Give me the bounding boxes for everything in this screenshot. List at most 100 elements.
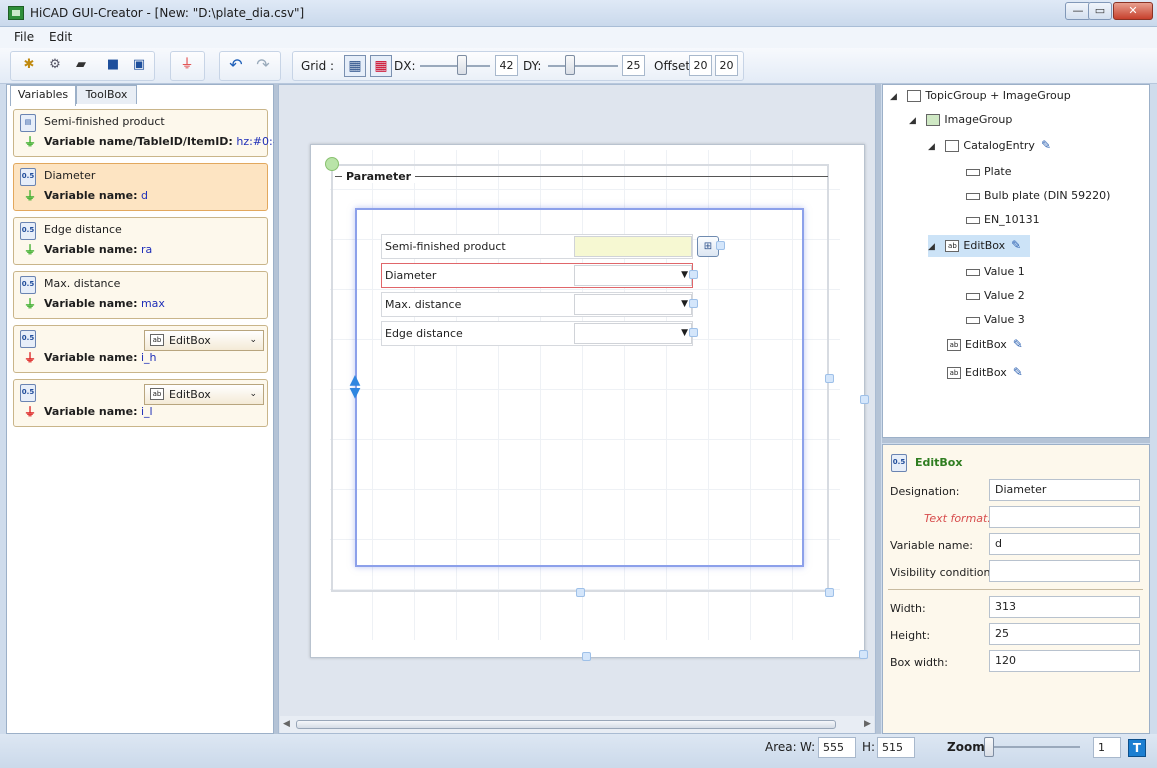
editbox-icon: ab: [945, 240, 960, 252]
decimal-icon: 0.5: [20, 384, 36, 402]
plug-icon[interactable]: ⏚: [178, 56, 196, 74]
right-splitter[interactable]: [876, 84, 881, 734]
control-type-select[interactable]: ab EditBox ⌄: [144, 384, 264, 405]
variable-card[interactable]: 0.5 ab EditBox ⌄ ⏚ Variable name: i_h: [13, 325, 268, 373]
dx-input[interactable]: 42: [495, 55, 518, 76]
tab-variables[interactable]: Variables: [10, 85, 76, 106]
redo-icon[interactable]: ↷: [254, 56, 272, 74]
tree-node[interactable]: Value 3: [966, 313, 1025, 335]
dy-input[interactable]: 25: [622, 55, 645, 76]
pencil-icon[interactable]: ✎: [1013, 365, 1023, 379]
tree-node[interactable]: Value 1: [966, 265, 1025, 287]
dx-slider[interactable]: [457, 55, 467, 75]
decimal-icon: 0.5: [891, 454, 907, 472]
image-group-frame[interactable]: [355, 208, 804, 567]
resize-handle[interactable]: [582, 652, 591, 661]
offset-y-input[interactable]: 20: [715, 55, 738, 76]
scrollbar-thumb[interactable]: [296, 720, 836, 729]
tree-node-selected[interactable]: ◢ ab EditBox ✎: [928, 235, 1030, 257]
undo-icon[interactable]: ↶: [227, 56, 245, 74]
resize-handle[interactable]: [825, 588, 834, 597]
tree-node[interactable]: EN_10131: [966, 213, 1040, 235]
designation-input[interactable]: Diameter: [989, 479, 1140, 501]
variable-card[interactable]: 0.5 Max. distance ⏚ Variable name: max: [13, 271, 268, 319]
tree-node[interactable]: Value 2: [966, 289, 1025, 311]
menu-file[interactable]: File: [14, 30, 34, 44]
area-width-input[interactable]: 555: [818, 737, 856, 758]
item-icon: [966, 192, 980, 200]
snap-grid-icon[interactable]: ▦: [370, 55, 392, 77]
edge-distance-dropdown[interactable]: ▼: [574, 323, 692, 344]
expand-icon[interactable]: ◢: [928, 142, 935, 152]
save-icon[interactable]: ■: [104, 56, 122, 74]
dy-slider-track: [548, 65, 618, 67]
catalog-field[interactable]: [574, 236, 692, 257]
offset-x-input[interactable]: 20: [689, 55, 712, 76]
form-row-max-distance[interactable]: Max. distance ▼: [381, 292, 693, 317]
maximize-button[interactable]: ▭: [1088, 2, 1112, 20]
resize-arrows-icon[interactable]: ▲ ▼: [346, 373, 364, 402]
resize-handle[interactable]: [825, 374, 834, 383]
expand-icon[interactable]: ◢: [928, 242, 935, 252]
visibility-condition-input[interactable]: [989, 560, 1140, 582]
variable-card[interactable]: ▤ Semi-finished product ⏚ Variable name/…: [13, 109, 289, 157]
form-row-semi-finished[interactable]: Semi-finished product: [381, 234, 693, 259]
tree-node[interactable]: Plate: [966, 165, 1012, 187]
zoom-input[interactable]: 1: [1093, 737, 1121, 758]
save-as-icon[interactable]: ▣: [130, 56, 148, 74]
tree-splitter[interactable]: [882, 438, 1150, 443]
box-width-input[interactable]: 120: [989, 650, 1140, 672]
resize-handle[interactable]: [689, 270, 698, 279]
pencil-icon[interactable]: ✎: [1011, 238, 1021, 252]
pencil-icon[interactable]: ✎: [1013, 337, 1023, 351]
anchor-handle[interactable]: [325, 157, 339, 171]
variable-card[interactable]: 0.5 Diameter ⏚ Variable name: d: [13, 163, 268, 211]
new-icon[interactable]: ✱: [20, 56, 38, 74]
tree-node[interactable]: ◢ CatalogEntry ✎: [928, 138, 1051, 160]
resize-handle[interactable]: [689, 328, 698, 337]
resize-handle[interactable]: [689, 299, 698, 308]
resize-handle[interactable]: [859, 650, 868, 659]
expand-icon[interactable]: ◢: [909, 116, 916, 126]
tree-node[interactable]: Bulb plate (DIN 59220): [966, 189, 1110, 211]
decimal-icon: 0.5: [20, 222, 36, 240]
text-format-input[interactable]: [989, 506, 1140, 528]
tree-node[interactable]: ab EditBox ✎: [947, 337, 1023, 359]
form-row-edge-distance[interactable]: Edge distance ▼: [381, 321, 693, 346]
pencil-icon[interactable]: ✎: [1041, 138, 1051, 152]
max-distance-dropdown[interactable]: ▼: [574, 294, 692, 315]
open-template-icon[interactable]: ⚙: [46, 56, 64, 74]
open-folder-icon[interactable]: ▰: [72, 56, 90, 74]
tree-node[interactable]: ◢ TopicGroup + ImageGroup: [890, 89, 1071, 111]
close-button[interactable]: ✕: [1113, 2, 1153, 20]
diameter-dropdown[interactable]: ▼: [574, 265, 692, 286]
text-mode-button[interactable]: T: [1128, 739, 1146, 757]
variable-card[interactable]: 0.5 ab EditBox ⌄ ⏚ Variable name: i_l: [13, 379, 268, 427]
tree-node[interactable]: ◢ ImageGroup: [909, 113, 1012, 135]
area-w-label: W:: [800, 740, 816, 754]
menu-edit[interactable]: Edit: [49, 30, 72, 44]
variable-card[interactable]: 0.5 Edge distance ⏚ Variable name: ra: [13, 217, 268, 265]
resize-handle[interactable]: [576, 588, 585, 597]
tab-toolbox[interactable]: ToolBox: [76, 85, 137, 104]
tree-node[interactable]: ab EditBox ✎: [947, 365, 1023, 387]
green-plug-icon: ⏚: [24, 243, 37, 257]
scroll-left-icon[interactable]: ◀: [283, 719, 290, 729]
control-type-select[interactable]: ab EditBox ⌄: [144, 330, 264, 351]
scroll-right-icon[interactable]: ▶: [864, 719, 871, 729]
zoom-slider[interactable]: [984, 737, 994, 757]
grid-icon[interactable]: ▦: [344, 55, 366, 77]
dy-slider[interactable]: [565, 55, 575, 75]
resize-handle[interactable]: [860, 395, 869, 404]
variable-name: Variable name: i_l: [44, 405, 153, 418]
form-row-diameter[interactable]: Diameter ▼: [381, 263, 693, 288]
width-input[interactable]: 313: [989, 596, 1140, 618]
designation-label: Designation:: [890, 485, 960, 498]
variable-name-input[interactable]: d: [989, 533, 1140, 555]
height-input[interactable]: 25: [989, 623, 1140, 645]
expand-icon[interactable]: ◢: [890, 92, 897, 102]
resize-handle[interactable]: [716, 241, 725, 250]
area-height-input[interactable]: 515: [877, 737, 915, 758]
dx-slider-track: [420, 65, 490, 67]
variable-name-label: Variable name:: [890, 539, 973, 552]
